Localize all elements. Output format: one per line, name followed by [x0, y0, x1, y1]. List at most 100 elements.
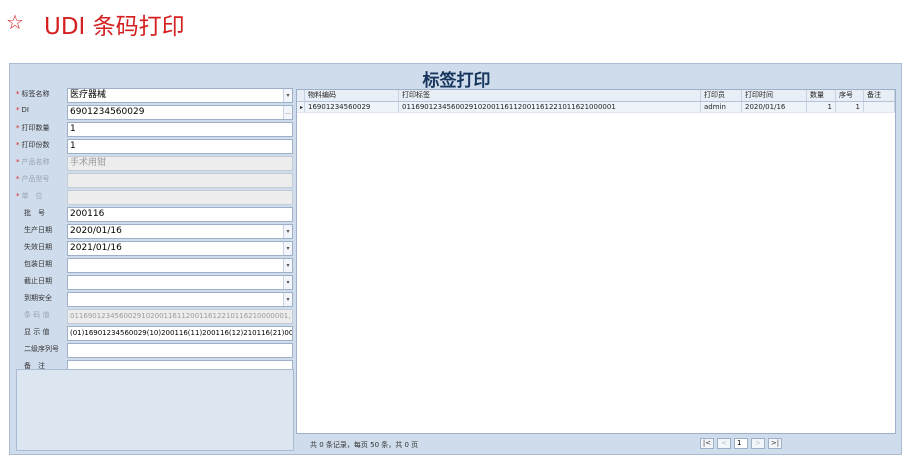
required-mark: *	[16, 106, 20, 114]
field-label: 条 码 值	[16, 310, 66, 320]
dropdown-arrow-icon[interactable]: ▾	[283, 242, 292, 255]
field-label: 截止日期	[16, 276, 66, 286]
field-input[interactable]: 200116	[67, 207, 293, 222]
browse-button[interactable]: …	[283, 106, 292, 119]
dropdown-arrow-icon[interactable]: ▾	[283, 276, 292, 289]
field-input[interactable]: 1	[67, 139, 293, 154]
field-label: 到期安全	[16, 293, 66, 303]
form-row: * 标签名称 医疗器械 ▾	[16, 88, 294, 103]
field-label-text: 生产日期	[24, 226, 52, 234]
field-label: * DI	[16, 106, 66, 114]
column-header[interactable]: 打印员	[701, 90, 742, 101]
field-value: 手术用钳	[70, 158, 107, 168]
field-label-text: 二级序列号	[24, 345, 59, 353]
form-row: 二级序列号	[16, 343, 294, 358]
field-label: 批 号	[16, 208, 66, 218]
page-number-input[interactable]: 1	[734, 438, 748, 449]
required-mark: *	[16, 158, 20, 166]
form-row: * 单 位	[16, 190, 294, 205]
field-input[interactable]: ▾	[67, 258, 293, 273]
field-input[interactable]: 2020/01/16 ▾	[67, 224, 293, 239]
required-mark: *	[16, 141, 20, 149]
form-row: 失效日期 2021/01/16 ▾	[16, 241, 294, 256]
last-page-button[interactable]: >|	[768, 438, 782, 449]
column-header[interactable]: 备注	[864, 90, 895, 101]
table-row[interactable]: ▸ 16901234560029 0116901234560029102001161…	[297, 102, 895, 113]
required-mark: *	[16, 175, 20, 183]
label-print-panel: 标签打印 * 标签名称 医疗器械 ▾ * DI 6901234560029… * 打印数量 1 * 打…	[9, 63, 902, 455]
first-page-button[interactable]: |<	[700, 438, 714, 449]
field-input	[67, 173, 293, 188]
dropdown-arrow-icon[interactable]: ▾	[283, 225, 292, 238]
field-input[interactable]: ▾	[67, 292, 293, 307]
column-header[interactable]: 打印标签	[399, 90, 701, 101]
field-label: 显 示 值	[16, 327, 66, 337]
form-row: * DI 6901234560029 …	[16, 105, 294, 120]
column-header[interactable]: 打印时间	[742, 90, 807, 101]
field-label-text: 标签名称	[21, 90, 50, 98]
field-input[interactable]: 1	[67, 122, 293, 137]
table-cell: 16901234560029	[305, 102, 399, 112]
field-input[interactable]: 6901234560029 …	[67, 105, 293, 120]
table-cell: admin	[701, 102, 742, 112]
field-label-text: 截止日期	[24, 277, 52, 285]
field-value: 200116	[70, 209, 105, 219]
field-label-text: 失效日期	[24, 243, 52, 251]
field-label-text: 单 位	[21, 192, 43, 200]
table-cell	[864, 102, 895, 112]
field-label-text: 产品型号	[21, 175, 50, 183]
print-record-grid: 物料编码 打印标签 打印员 打印时间 数量 序号 备注 ▸ 16901234560029 011…	[296, 89, 896, 434]
dropdown-arrow-icon[interactable]: ▾	[283, 89, 292, 102]
next-page-button[interactable]: >	[751, 438, 765, 449]
form-row: 截止日期 ▾	[16, 275, 294, 290]
field-label: * 产品型号	[16, 174, 66, 184]
form-row: 条 码 值 01169012345600291020011611200116122…	[16, 309, 294, 324]
table-cell: 0116901234560029102001161120011612210116…	[399, 102, 701, 112]
field-label-text: 条 码 值	[24, 311, 50, 319]
field-label-text: DI	[21, 106, 29, 114]
form-row: 显 示 值 (01)16901234560029(10)200116(11)200…	[16, 326, 294, 341]
field-input[interactable]: 医疗器械 ▾	[67, 88, 293, 103]
form-row: 批 号 200116	[16, 207, 294, 222]
form-row: * 打印份数 1	[16, 139, 294, 154]
star-icon: ☆	[6, 10, 24, 34]
field-value: 1	[70, 141, 76, 151]
record-count-info: 共 0 条记录，每页 50 条，共 0 页	[310, 441, 419, 449]
field-label: 包装日期	[16, 259, 66, 269]
required-mark: *	[16, 192, 20, 200]
field-label: * 产品名称	[16, 157, 66, 167]
required-mark: *	[16, 124, 20, 132]
form-row: * 产品名称 手术用钳	[16, 156, 294, 171]
prev-page-button[interactable]: <	[717, 438, 731, 449]
field-label-text: 打印数量	[21, 124, 50, 132]
dropdown-arrow-icon[interactable]: ▾	[283, 259, 292, 272]
field-value: 医疗器械	[70, 90, 107, 100]
field-label: 失效日期	[16, 242, 66, 252]
table-cell: 2020/01/16	[742, 102, 807, 112]
field-label: * 打印数量	[16, 123, 66, 133]
current-row-icon: ▸	[297, 102, 305, 112]
column-header[interactable]: 数量	[807, 90, 836, 101]
page-title: UDI 条码打印	[44, 14, 185, 40]
column-header[interactable]: 物料编码	[305, 90, 399, 101]
field-input	[67, 190, 293, 205]
field-input[interactable]: 2021/01/16 ▾	[67, 241, 293, 256]
form-row: 包装日期 ▾	[16, 258, 294, 273]
field-input[interactable]	[67, 343, 293, 358]
field-label-text: 打印份数	[21, 141, 50, 149]
field-value: (01)16901234560029(10)200116(11)200116(1…	[70, 329, 293, 337]
field-input[interactable]: (01)16901234560029(10)200116(11)200116(1…	[67, 326, 293, 341]
form-row: * 打印数量 1	[16, 122, 294, 137]
field-value: 1	[70, 124, 76, 134]
field-value: 6901234560029	[70, 107, 145, 117]
form-row: * 产品型号	[16, 173, 294, 188]
column-header[interactable]: 序号	[836, 90, 864, 101]
field-label-text: 包装日期	[24, 260, 52, 268]
page-header: ☆ UDI 条码打印	[0, 0, 905, 50]
form-row: 到期安全 ▾	[16, 292, 294, 307]
field-input[interactable]: ▾	[67, 275, 293, 290]
table-cell: 1	[807, 102, 836, 112]
dropdown-arrow-icon[interactable]: ▾	[283, 293, 292, 306]
field-label: 生产日期	[16, 225, 66, 235]
form-row: 生产日期 2020/01/16 ▾	[16, 224, 294, 239]
